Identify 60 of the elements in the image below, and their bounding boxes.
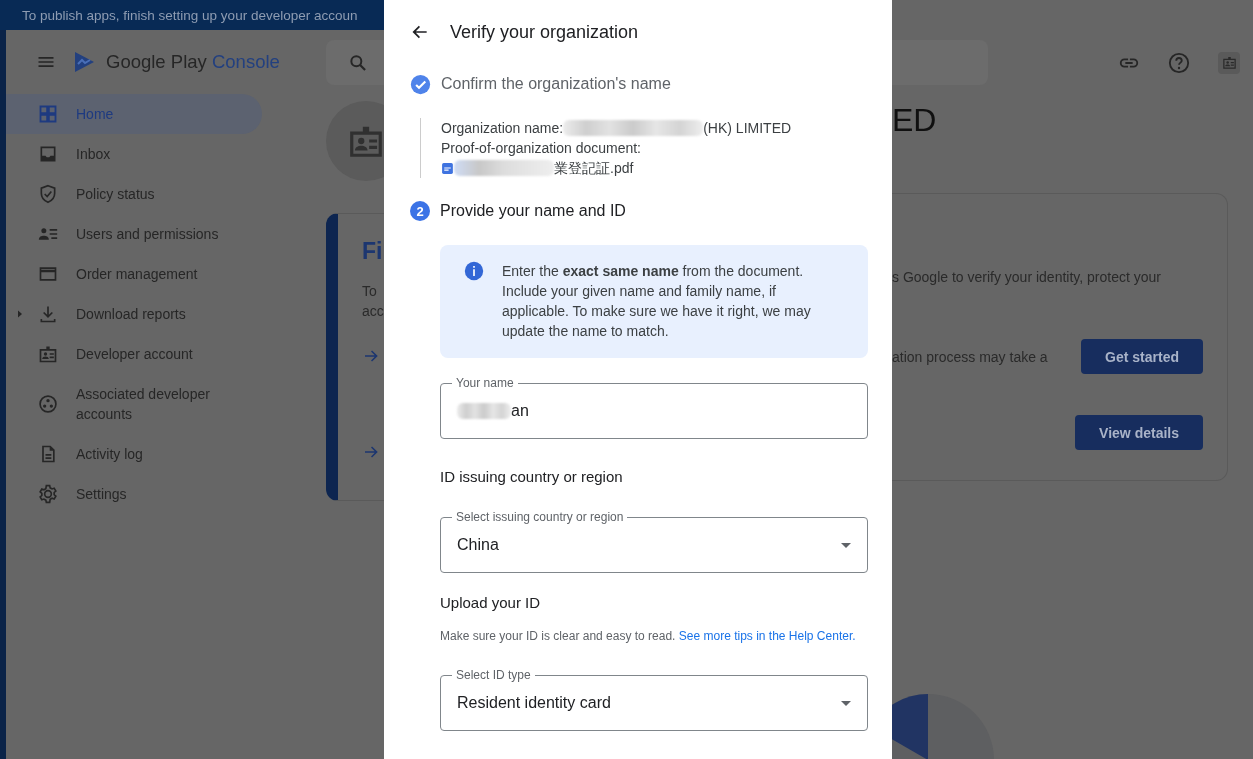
check-circle-icon — [410, 73, 431, 95]
step-number: 2 — [410, 201, 430, 221]
view-details-button[interactable]: View details — [1075, 415, 1203, 450]
card-text: acc — [362, 302, 384, 321]
inbox-icon — [38, 144, 58, 164]
field-value: an — [511, 402, 529, 420]
field-label: Select issuing country or region — [452, 510, 628, 524]
card-text: ation process may take a — [892, 347, 1048, 367]
dropdown-caret-icon — [841, 700, 851, 706]
organization-name: Organization name: — [441, 119, 564, 138]
help-text: Make sure your ID is clear and easy to read. See more tips in the Help Center. — [440, 628, 857, 644]
sidebar-item[interactable]: Policy status — [6, 174, 262, 214]
dialog-title: Verify your organization — [450, 21, 639, 43]
document-file-name: 業登記証.pdf — [554, 159, 634, 178]
sidebar-item[interactable]: Download reports — [6, 294, 262, 334]
play-logo-icon — [72, 50, 96, 74]
sidebar-item[interactable]: Users and permissions — [6, 214, 262, 254]
download-icon — [38, 304, 58, 324]
organization-name-suffix: (HK) LIMITED — [703, 119, 792, 138]
field-value: China — [457, 536, 499, 554]
shield-check-icon — [38, 184, 58, 204]
search-icon — [348, 52, 368, 73]
search-field[interactable] — [326, 40, 384, 85]
help-icon — [1168, 51, 1190, 74]
field-label: Select ID type — [452, 668, 535, 682]
card-text: s Google to verify your identity, protect your — [892, 268, 1162, 287]
circle-dots-icon — [38, 394, 58, 414]
sidebar-item[interactable]: Activity log — [6, 434, 262, 474]
id-badge-icon — [1221, 55, 1237, 70]
dropdown-caret-icon — [841, 542, 851, 548]
credit-card-icon — [38, 264, 58, 284]
section-heading: Upload your ID — [440, 593, 542, 613]
card-title: Fi — [362, 238, 384, 265]
field-value: Resident identity card — [457, 694, 611, 712]
sidebar-item[interactable]: Associated developer accounts — [6, 374, 262, 434]
help-center-link[interactable]: See more tips in the Help Center. — [678, 629, 856, 643]
field-label: Your name — [452, 376, 518, 390]
id-badge-icon — [38, 344, 58, 364]
sidebar-item[interactable]: Inbox — [6, 134, 262, 174]
info-text: Enter the exact same name from the document. Include your given name and family name, if applicable. To make sure we have it right, we may update the name to match. — [502, 262, 812, 341]
step-title: Provide your name and ID — [440, 202, 626, 220]
grid-icon — [38, 104, 58, 124]
account-button[interactable] — [1218, 51, 1240, 74]
info-icon — [464, 261, 484, 281]
document-label: Proof-of-organization document: — [441, 139, 642, 158]
page-heading: ED — [892, 101, 938, 139]
settings-icon — [38, 484, 58, 504]
product-logo-text: Google Play Console — [106, 51, 280, 73]
sidebar-item[interactable]: Home — [6, 94, 262, 134]
setup-banner: To publish apps, finish setting up your developer accoun — [0, 0, 384, 30]
redaction-blur — [457, 403, 511, 419]
search-field[interactable] — [892, 40, 988, 85]
section-heading: ID issuing country or region — [440, 467, 624, 487]
pdf-file-icon — [441, 161, 454, 175]
card-text: To — [362, 282, 378, 301]
sidebar-item[interactable]: Settings — [6, 474, 262, 514]
step-title: Confirm the organization's name — [441, 75, 671, 93]
sidebar-item[interactable]: Order management — [6, 254, 262, 294]
get-started-button[interactable]: Get started — [1081, 339, 1203, 374]
sidebar-item[interactable]: Developer account — [6, 334, 262, 374]
